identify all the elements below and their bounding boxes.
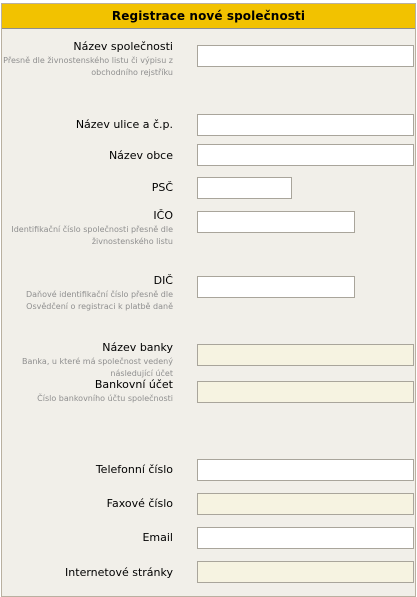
email-label-block: Email xyxy=(2,531,173,545)
website-label-block: Internetové stránky xyxy=(2,566,173,580)
street-label: Název ulice a č.p. xyxy=(75,118,173,131)
phone-label-block: Telefonní číslo xyxy=(2,463,173,477)
ico-label-block: IČO Identifikační číslo společnosti přes… xyxy=(2,209,173,248)
street-input[interactable] xyxy=(197,114,414,136)
bank-account-label: Bankovní účet xyxy=(94,378,173,391)
dic-label: DIČ xyxy=(153,274,173,287)
zip-label: PSČ xyxy=(151,181,173,194)
website-label: Internetové stránky xyxy=(65,566,173,579)
bank-name-label: Název banky xyxy=(102,341,173,354)
fax-input[interactable] xyxy=(197,493,414,515)
ico-hint: Identifikační číslo společnosti přesně d… xyxy=(11,225,173,246)
company-name-label: Název společnosti xyxy=(73,40,173,53)
form-title: Registrace nové společnosti xyxy=(2,4,415,29)
zip-input[interactable] xyxy=(197,177,292,199)
zip-label-block: PSČ xyxy=(2,181,173,195)
company-name-input[interactable] xyxy=(197,45,414,67)
email-label: Email xyxy=(142,531,173,544)
bank-name-input[interactable] xyxy=(197,344,414,366)
ico-label: IČO xyxy=(153,209,173,222)
city-label-block: Název obce xyxy=(2,149,173,163)
company-name-label-block: Název společnosti Přesně dle živnostensk… xyxy=(2,40,173,79)
fax-label: Faxové číslo xyxy=(106,497,173,510)
dic-label-block: DIČ Daňové identifikační číslo přesně dl… xyxy=(2,274,173,313)
dic-input[interactable] xyxy=(197,276,355,298)
phone-input[interactable] xyxy=(197,459,414,481)
bank-name-label-block: Název banky Banka, u které má společnost… xyxy=(2,341,173,380)
dic-hint: Daňové identifikační číslo přesně dle Os… xyxy=(25,290,173,311)
bank-account-input[interactable] xyxy=(197,381,414,403)
fax-label-block: Faxové číslo xyxy=(2,497,173,511)
website-input[interactable] xyxy=(197,561,414,583)
company-registration-form: Registrace nové společnosti Název společ… xyxy=(1,3,416,597)
ico-input[interactable] xyxy=(197,211,355,233)
street-label-block: Název ulice a č.p. xyxy=(2,118,173,132)
phone-label: Telefonní číslo xyxy=(95,463,173,476)
city-input[interactable] xyxy=(197,144,414,166)
city-label: Název obce xyxy=(108,149,173,162)
bank-account-label-block: Bankovní účet Číslo bankovního účtu spol… xyxy=(2,378,173,405)
company-name-hint: Přesně dle živnostenského listu či výpis… xyxy=(3,56,173,77)
bank-name-hint: Banka, u které má společnost vedený násl… xyxy=(21,357,173,378)
bank-account-hint: Číslo bankovního účtu společnosti xyxy=(37,394,173,403)
email-input[interactable] xyxy=(197,527,414,549)
